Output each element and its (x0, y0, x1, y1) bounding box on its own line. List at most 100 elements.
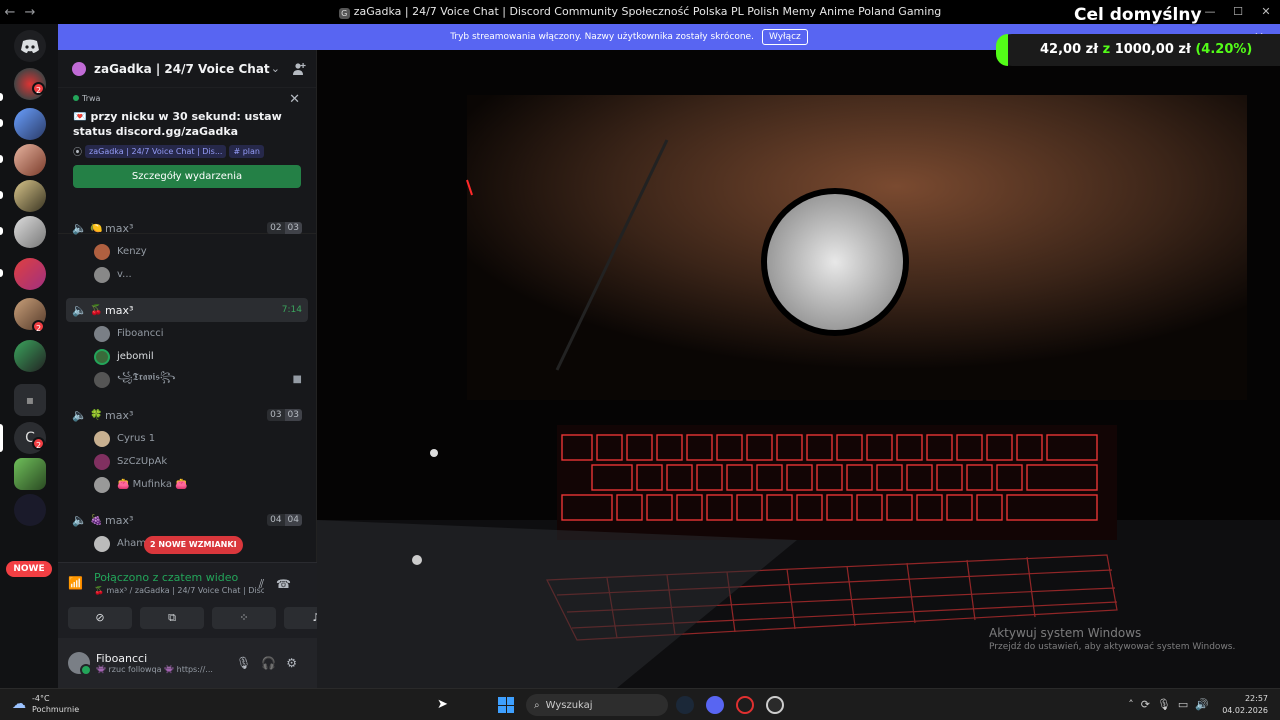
windows-start-icon[interactable] (498, 697, 514, 713)
voice-channel-row[interactable]: 🔈 🍀 max³ 03 03 (66, 403, 308, 427)
steam-icon[interactable] (676, 696, 694, 714)
camera-off-icon: ⊘ (95, 611, 105, 624)
avatar[interactable] (68, 652, 92, 676)
signal-icon[interactable]: 📶 (68, 576, 94, 590)
unread-pill (0, 227, 3, 235)
unread-pill (0, 191, 3, 199)
person-plus-icon[interactable] (292, 62, 306, 76)
event-channel-chip[interactable]: # plan (229, 145, 264, 158)
user-status: 👾 rzuc followqa 👾 https://... (96, 665, 213, 674)
voice-channel-row[interactable]: 🔈 🍒 max³ 7:14 (66, 298, 308, 322)
avatar (94, 325, 110, 342)
server-rail: 2 2 ▪ C 2 NOWE (0, 24, 58, 688)
voice-member[interactable]: Kenzy (66, 240, 308, 263)
member-name: v... (117, 269, 132, 280)
server-icon-5[interactable] (14, 216, 46, 248)
server-icon-10[interactable] (14, 458, 46, 490)
server-icon-11[interactable] (14, 494, 46, 526)
app-icon[interactable] (766, 696, 784, 714)
event-details-button[interactable]: Szczegóły wydarzenia (73, 165, 301, 188)
discord-home-icon[interactable] (14, 30, 46, 62)
server-icon-8[interactable] (14, 340, 46, 372)
voice-panel-actions: ⫽☎ (259, 577, 303, 592)
goal-progress-fill (996, 34, 1008, 66)
user-count: 03 03 (267, 409, 302, 421)
speaker-icon: 🔈 (72, 221, 87, 235)
guild-header[interactable]: zaGadka | 24/7 Voice Chat | Dis... ⌄ (58, 50, 316, 88)
activities-button[interactable]: ⁘ (212, 607, 276, 629)
speaker-icon: 🔈 (72, 408, 87, 422)
chevron-up-icon[interactable]: ˄ (1128, 698, 1141, 711)
chevron-down-icon[interactable]: ⌄ (271, 62, 280, 75)
voice-channel-row[interactable]: 🔈 🍋 max³ 02 03 (66, 216, 308, 240)
search-placeholder: Wyszukaj (545, 699, 593, 711)
guild-icon (72, 61, 86, 76)
member-name: ꧁𝕿𝖗𝖆𝖛𝖎𝖘꧂ (117, 371, 176, 383)
avatar (94, 476, 110, 493)
windows-activation-watermark: Aktywuj system Windows Przejdź do ustawi… (989, 626, 1235, 652)
maximize-button[interactable]: ☐ (1224, 0, 1252, 24)
webcam-frame (317, 50, 1280, 688)
voice-member[interactable]: ꧁𝕿𝖗𝖆𝖛𝖎𝖘꧂ ■ (66, 368, 308, 391)
member-name: jebomil (117, 351, 154, 362)
folder-icon[interactable]: ▪ (14, 384, 46, 416)
server-icon-2[interactable] (14, 108, 46, 140)
disconnect-icon[interactable]: ☎ (276, 577, 303, 591)
voice-status-subtitle[interactable]: 🍒 max³ / zaGadka | 24/7 Voice Chat | Dis… (94, 586, 264, 595)
goal-amount: 42,00 zł z 1000,00 zł (4.20%) (1040, 42, 1253, 57)
user-controls: 🎙🎧⚙ (236, 656, 307, 670)
voice-channel: 🔈 🍀 max³ 03 03 Cyrus 1 SzCzUpAk 👛 Mufinka… (66, 403, 308, 496)
cloud-icon: ☁ (12, 696, 26, 712)
camera-off-button[interactable]: ⊘ (68, 607, 132, 629)
new-servers-pill[interactable]: NOWE (6, 561, 52, 577)
server-badge: 2 (32, 82, 45, 95)
close-window-button[interactable]: ✕ (1252, 0, 1280, 24)
voice-channel-row[interactable]: 🔈 🍇 max³ 04 04 (66, 508, 308, 532)
volume-icon[interactable]: 🔊 (1195, 698, 1216, 711)
disable-streamer-mode-button[interactable]: Wyłącz (761, 29, 808, 45)
new-mentions-pill[interactable]: 2 NOWE WZMIANKI (144, 536, 243, 554)
taskbar-search[interactable]: ⌕ Wyszukaj (526, 694, 668, 716)
voice-member[interactable]: jebomil (66, 345, 308, 368)
server-badge: 2 (32, 320, 45, 333)
headphones-icon[interactable]: 🎧 (261, 656, 286, 670)
weather-widget[interactable]: ☁ -4°C Pochmurnie (12, 693, 79, 715)
event-server-chip[interactable]: zaGadka | 24/7 Voice Chat | Dis... (85, 145, 227, 158)
discord-taskbar-icon[interactable] (706, 696, 724, 714)
username[interactable]: Fiboancci (96, 652, 213, 665)
voice-member[interactable]: v... (66, 263, 308, 286)
channel-emoji: 🍋 (90, 222, 103, 234)
opera-gx-icon[interactable] (736, 696, 754, 714)
noise-suppression-icon[interactable]: ⫽ (259, 577, 276, 591)
watermark-title: Aktywuj system Windows (989, 626, 1142, 640)
voice-member[interactable]: Fiboancci (66, 322, 308, 345)
weather-condition: Pochmurnie (32, 705, 80, 714)
server-icon-3[interactable] (14, 144, 46, 176)
channel-name: max³ (105, 513, 134, 527)
time: 22:57 (1244, 694, 1268, 703)
close-icon[interactable]: ✕ (289, 92, 300, 107)
clock[interactable]: 22:57 04.02.2026 (1222, 693, 1268, 717)
screen-share-button[interactable]: ⧉ (140, 607, 204, 629)
event-location: ⦿ zaGadka | 24/7 Voice Chat | Dis... # p… (73, 145, 301, 158)
microphone-icon[interactable]: 🎙 (236, 656, 261, 670)
member-name: Aham (117, 538, 147, 549)
avatar (94, 453, 110, 470)
display-icon[interactable]: ▭ (1178, 698, 1195, 711)
server-icon-6[interactable] (14, 258, 46, 290)
event-status: Trwa (73, 94, 301, 103)
video-stream[interactable] (317, 50, 1280, 688)
goal-title: Cel domyślny (1074, 5, 1202, 25)
date: 04.02.2026 (1222, 706, 1268, 715)
microphone-tray-icon[interactable]: 🎙 (1157, 698, 1178, 711)
voice-member[interactable]: SzCzUpAk (66, 450, 308, 473)
voice-channel: 🔈 🍋 max³ 02 03 Kenzy v... (66, 216, 308, 286)
voice-member[interactable]: Cyrus 1 (66, 427, 308, 450)
voice-member[interactable]: 👛 Mufinka 👛 (66, 473, 308, 496)
gear-icon[interactable]: ⚙ (286, 656, 307, 670)
member-name: SzCzUpAk (117, 456, 168, 467)
server-icon-4[interactable] (14, 180, 46, 212)
channel-emoji: 🍒 (90, 304, 103, 316)
event-card: Trwa ✕ 💌 przy nicku w 30 sekund: ustaw s… (58, 88, 316, 234)
sync-icon[interactable]: ⟳ (1141, 698, 1157, 711)
